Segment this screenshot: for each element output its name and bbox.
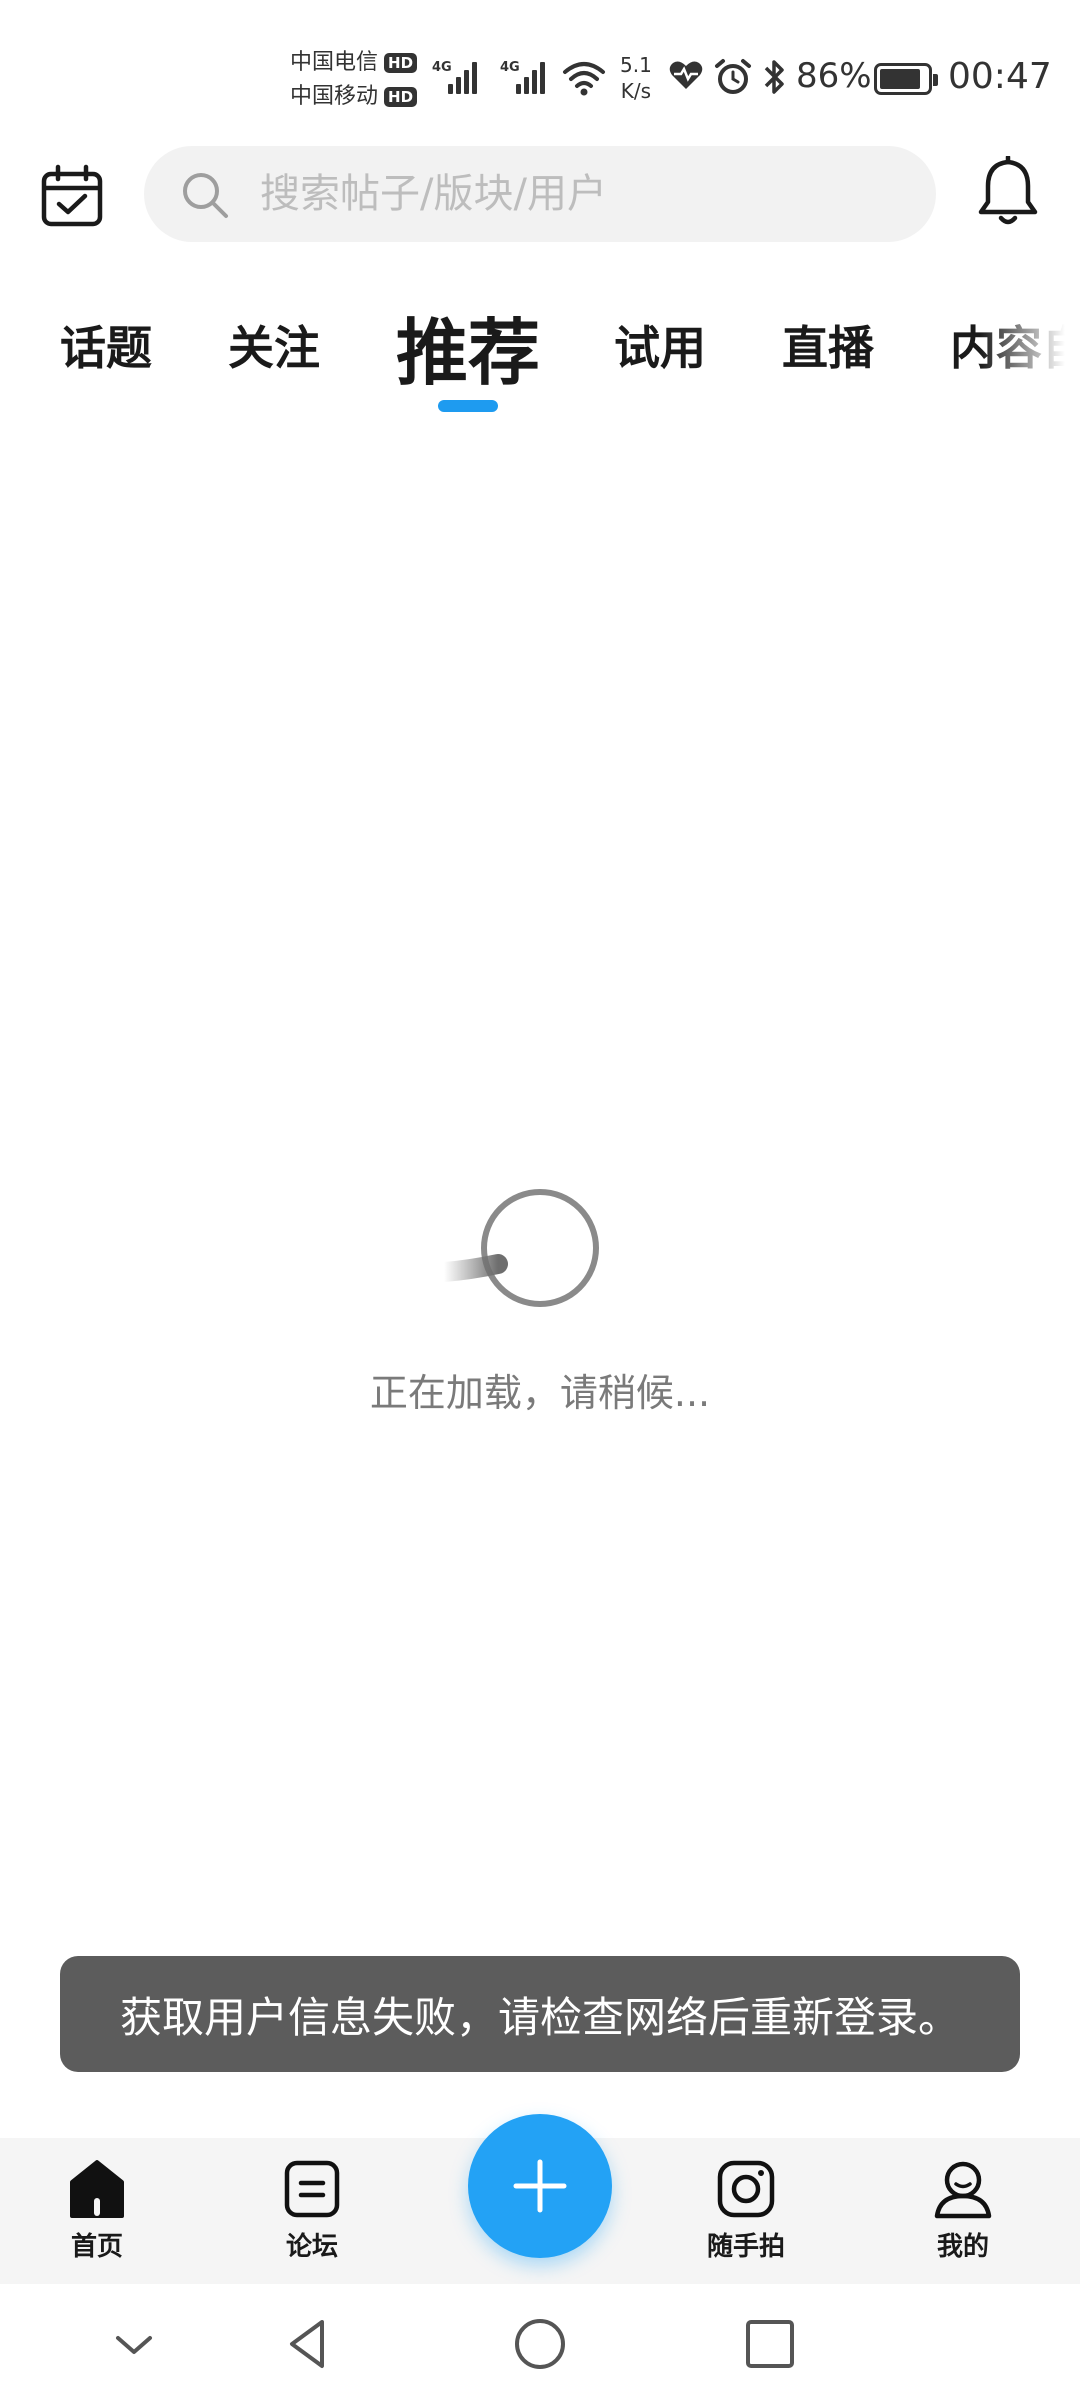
tab-following[interactable]: 关注	[228, 312, 320, 378]
notification-bell-icon[interactable]	[976, 156, 1040, 228]
active-tab-indicator	[438, 400, 498, 412]
forum-icon	[284, 2160, 340, 2218]
nav-snapshot[interactable]: 随手拍	[681, 2158, 811, 2263]
collapse-chevron-icon[interactable]	[104, 2314, 164, 2374]
home-icon	[70, 2160, 124, 2218]
alarm-icon	[715, 59, 751, 94]
bluetooth-icon	[764, 60, 784, 94]
nav-home[interactable]: 首页	[32, 2158, 162, 2263]
search-bar[interactable]	[144, 146, 936, 242]
nav-forum-label: 论坛	[285, 2232, 338, 2262]
nav-profile[interactable]: 我的	[898, 2158, 1028, 2263]
home-circle-icon[interactable]	[510, 2314, 570, 2374]
profile-icon	[934, 2161, 992, 2219]
health-heart-icon	[669, 61, 703, 89]
category-tabs: 话题 关注 推荐 试用 直播 内容自	[0, 282, 1080, 422]
nav-profile-label: 我的	[936, 2232, 989, 2262]
tab-live[interactable]: 直播	[782, 312, 874, 378]
back-icon[interactable]	[278, 2314, 338, 2374]
status-bar: 中国电信 HD 中国移动 HD 4G 4G 5.1 K/s 86% 00:47	[0, 0, 1080, 130]
loading-text: 正在加载，请稍候...	[369, 1371, 711, 1415]
hd-badge: HD	[384, 53, 418, 73]
tab-recommended[interactable]: 推荐	[396, 294, 540, 399]
camera-icon	[717, 2160, 775, 2218]
loading-spinner-icon	[440, 1189, 599, 1307]
search-icon	[183, 173, 228, 218]
calendar-checkin-icon[interactable]	[40, 164, 104, 228]
system-navigation-bar	[0, 2284, 1080, 2400]
tabs-fade-overlay	[980, 282, 1080, 422]
clock: 00:47	[948, 56, 1052, 97]
search-input[interactable]	[260, 146, 900, 242]
battery-icon	[874, 63, 938, 95]
recent-apps-icon[interactable]	[740, 2314, 800, 2374]
carrier-1: 中国电信	[290, 50, 379, 75]
nav-forum[interactable]: 论坛	[247, 2158, 377, 2263]
tab-topics[interactable]: 话题	[60, 312, 152, 378]
hd-badge: HD	[384, 87, 418, 107]
create-post-button[interactable]	[468, 2114, 612, 2258]
error-toast: 获取用户信息失败，请检查网络后重新登录。	[60, 1956, 1020, 2072]
plus-icon	[513, 2159, 567, 2213]
carrier-2: 中国移动	[290, 84, 379, 109]
battery-percent: 86%	[796, 56, 872, 96]
carrier-info: 中国电信 HD 中国移动 HD	[290, 46, 418, 114]
nav-home-label: 首页	[70, 2232, 123, 2262]
wifi-icon	[563, 62, 605, 96]
tab-trial[interactable]: 试用	[614, 312, 706, 378]
network-speed: 5.1 K/s	[620, 53, 652, 103]
nav-snapshot-label: 随手拍	[706, 2232, 785, 2262]
